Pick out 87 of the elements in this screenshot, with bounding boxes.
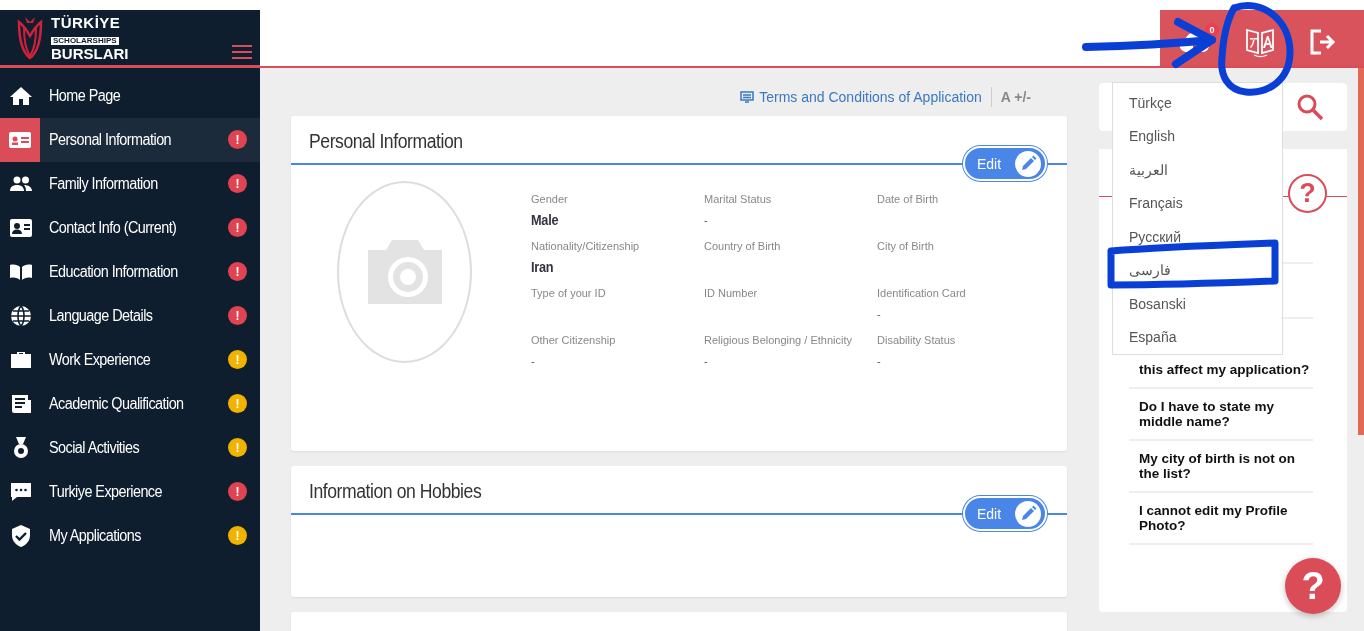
alert-badge: ! bbox=[228, 350, 247, 369]
monitor-icon bbox=[740, 91, 755, 103]
contact-card-icon bbox=[9, 216, 33, 240]
menu-item[interactable]: العربية bbox=[1113, 153, 1282, 187]
sidebar-item-label: Work Experience bbox=[49, 351, 151, 369]
field-label: Nationality/Citizenship bbox=[531, 240, 641, 252]
field-label: Religious Belonging / Ethnicity bbox=[704, 334, 853, 346]
chat-icon bbox=[9, 480, 33, 504]
field-value: - bbox=[704, 214, 709, 226]
sidebar-item[interactable]: Personal Information ! bbox=[0, 118, 260, 162]
brand-subtitle: SCHOLARSHIPS bbox=[51, 36, 119, 45]
field-label: Marital Status bbox=[704, 193, 773, 205]
card-title: Personal Information bbox=[309, 130, 463, 153]
field-label: Identification Card bbox=[877, 287, 967, 299]
alert-badge: ! bbox=[228, 482, 247, 501]
field-label: Other Citizenship bbox=[531, 334, 617, 346]
globe-icon bbox=[9, 304, 33, 328]
sidebar-item[interactable]: Home Page bbox=[0, 74, 260, 118]
menu-item[interactable]: Русский bbox=[1113, 220, 1282, 254]
menu-item[interactable]: Türkçe bbox=[1113, 86, 1282, 120]
sidebar-item[interactable]: My Applications ! bbox=[0, 514, 260, 558]
alert-badge: ! bbox=[228, 438, 247, 457]
field-value: - bbox=[877, 355, 882, 367]
sidebar-item-label: Family Information bbox=[49, 175, 158, 193]
sidebar-item[interactable]: Turkiye Experience ! bbox=[0, 470, 260, 514]
faq-question[interactable]: I cannot edit my Profile Photo? bbox=[1139, 503, 1313, 533]
alert-badge: ! bbox=[228, 394, 247, 413]
sidebar-item[interactable]: Contact Info (Current) ! bbox=[0, 206, 260, 250]
pencil-icon bbox=[1015, 500, 1041, 527]
pencil-icon bbox=[1015, 150, 1041, 177]
alert-badge: ! bbox=[228, 262, 247, 281]
alert-badge: ! bbox=[228, 174, 247, 193]
field-label: Date of Birth bbox=[877, 193, 940, 205]
sidebar-item[interactable]: Education Information ! bbox=[0, 250, 260, 294]
sidebar-item-label: Social Activities bbox=[49, 439, 140, 457]
sidebar-item[interactable]: Language Details ! bbox=[0, 294, 260, 338]
terms-link[interactable]: Terms and Conditions of Application bbox=[740, 89, 982, 105]
field-label: Gender bbox=[531, 193, 569, 205]
alert-badge: ! bbox=[228, 130, 247, 149]
notification-count: 0 bbox=[1205, 22, 1219, 37]
field-label: City of Birth bbox=[877, 240, 935, 252]
menu-item[interactable]: فارسی bbox=[1113, 253, 1282, 287]
faq-question[interactable]: Do I have to state my middle name? bbox=[1139, 399, 1313, 429]
sidebar-item-label: Language Details bbox=[49, 307, 153, 325]
alert-badge: ! bbox=[228, 218, 247, 237]
alert-badge: ! bbox=[228, 526, 247, 545]
faq-question[interactable]: this affect my application? bbox=[1139, 362, 1313, 377]
field-value: - bbox=[531, 355, 536, 367]
field-label: Country of Birth bbox=[704, 240, 782, 252]
menu-item[interactable]: Français bbox=[1113, 186, 1282, 220]
field-label: Disability Status bbox=[877, 334, 957, 346]
search-icon bbox=[1296, 93, 1324, 121]
field-value: Iran bbox=[531, 258, 555, 275]
menu-item[interactable]: English bbox=[1113, 119, 1282, 153]
certificate-icon bbox=[9, 392, 33, 416]
sidebar-item-label: Academic Qualification bbox=[49, 395, 184, 413]
sidebar-item-label: Home Page bbox=[49, 87, 121, 105]
sidebar-item-label: My Applications bbox=[49, 527, 141, 545]
shield-icon bbox=[9, 524, 33, 548]
home-icon bbox=[9, 84, 33, 108]
edit-button[interactable]: Edit bbox=[963, 146, 1047, 181]
alert-badge: ! bbox=[228, 306, 247, 325]
logout-icon bbox=[1309, 27, 1337, 56]
field-label: Type of your ID bbox=[531, 287, 607, 299]
tulip-logo-icon bbox=[15, 15, 45, 60]
menu-icon bbox=[232, 45, 252, 59]
sidebar-item-label: Personal Information bbox=[49, 131, 172, 149]
field-value: Male bbox=[531, 211, 560, 228]
card-title: Information on Hobbies bbox=[309, 480, 482, 503]
brand-name: TÜRKİYE bbox=[51, 14, 122, 30]
sidebar-item[interactable]: Social Activities ! bbox=[0, 426, 260, 470]
sidebar-item[interactable]: Work Experience ! bbox=[0, 338, 260, 382]
menu-item[interactable]: Bosanski bbox=[1113, 287, 1282, 321]
help-mark: ? bbox=[1288, 173, 1327, 213]
sidebar-item-label: Contact Info (Current) bbox=[49, 219, 177, 237]
sidebar-item-label: Turkiye Experience bbox=[49, 483, 162, 501]
sidebar-item[interactable]: Family Information ! bbox=[0, 162, 260, 206]
scrollbar[interactable] bbox=[1358, 68, 1364, 435]
sidebar-item[interactable]: Academic Qualification ! bbox=[0, 382, 260, 426]
field-value: - bbox=[877, 308, 882, 320]
edit-button[interactable]: Edit bbox=[963, 496, 1047, 531]
faq-question[interactable]: My city of birth is not on the list? bbox=[1139, 451, 1313, 481]
field-label: ID Number bbox=[704, 287, 759, 299]
menu-item[interactable]: España bbox=[1113, 320, 1282, 354]
field-value: - bbox=[704, 355, 709, 367]
sidebar-item-label: Education Information bbox=[49, 263, 178, 281]
brand-name: BURSLARI bbox=[51, 45, 129, 61]
